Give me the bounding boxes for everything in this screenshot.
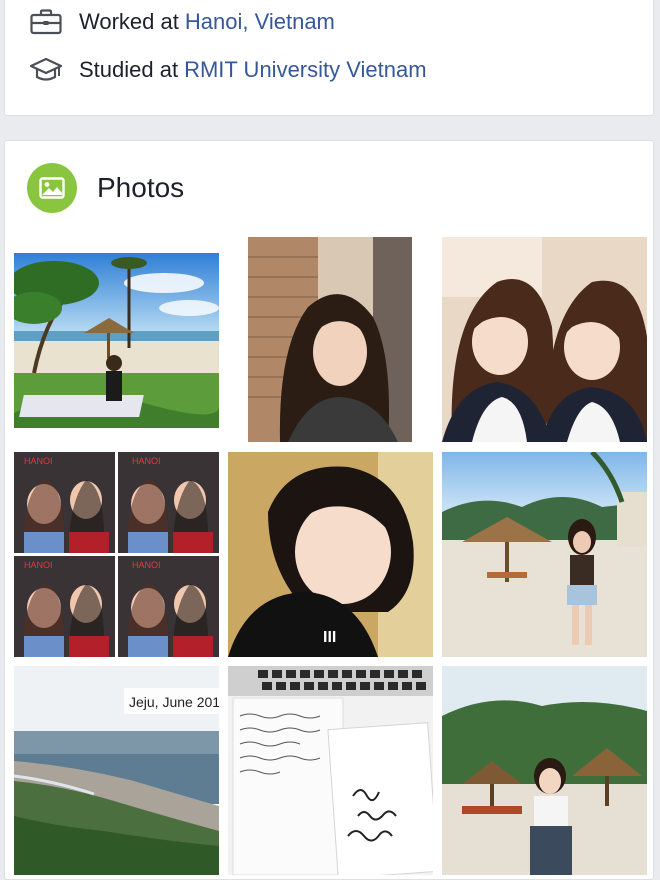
- photos-header[interactable]: Photos: [27, 163, 184, 213]
- intro-card: Worked at Hanoi, Vietnam Studied at RMIT…: [4, 0, 654, 116]
- study-place-link[interactable]: RMIT University Vietnam: [184, 57, 426, 83]
- study-row: Studied at RMIT University Vietnam: [29, 55, 427, 85]
- briefcase-icon: [29, 7, 63, 37]
- photo-selfie-yellow[interactable]: III: [228, 452, 433, 657]
- photo-twins-selfie[interactable]: [442, 237, 647, 442]
- photo-book-notebook[interactable]: [228, 666, 433, 875]
- photo-icon: [27, 163, 77, 213]
- photo-selfie-brick-wall[interactable]: [248, 237, 412, 442]
- svg-text:III: III: [323, 629, 336, 646]
- jeju-caption: Jeju, June 2014: [129, 694, 219, 710]
- work-prefix: Worked at: [79, 9, 179, 34]
- photo-booth-collage[interactable]: HANOI HANOI HANOI HANOI: [14, 452, 219, 657]
- photo-beach-tree[interactable]: [14, 253, 219, 428]
- work-place-link[interactable]: Hanoi, Vietnam: [185, 9, 335, 35]
- photos-title: Photos: [97, 172, 185, 203]
- svg-text:HANOI: HANOI: [24, 560, 53, 570]
- svg-text:HANOI: HANOI: [24, 456, 53, 466]
- svg-text:HANOI: HANOI: [132, 560, 161, 570]
- svg-text:HANOI: HANOI: [132, 456, 161, 466]
- study-prefix: Studied at: [79, 57, 179, 82]
- photo-beach-umbrella[interactable]: [442, 452, 647, 657]
- work-row: Worked at Hanoi, Vietnam: [29, 7, 335, 37]
- graduation-cap-icon: [29, 55, 63, 85]
- photo-jeju-coast[interactable]: Jeju, June 2014: [14, 666, 219, 875]
- photo-beach-girl[interactable]: [442, 666, 647, 875]
